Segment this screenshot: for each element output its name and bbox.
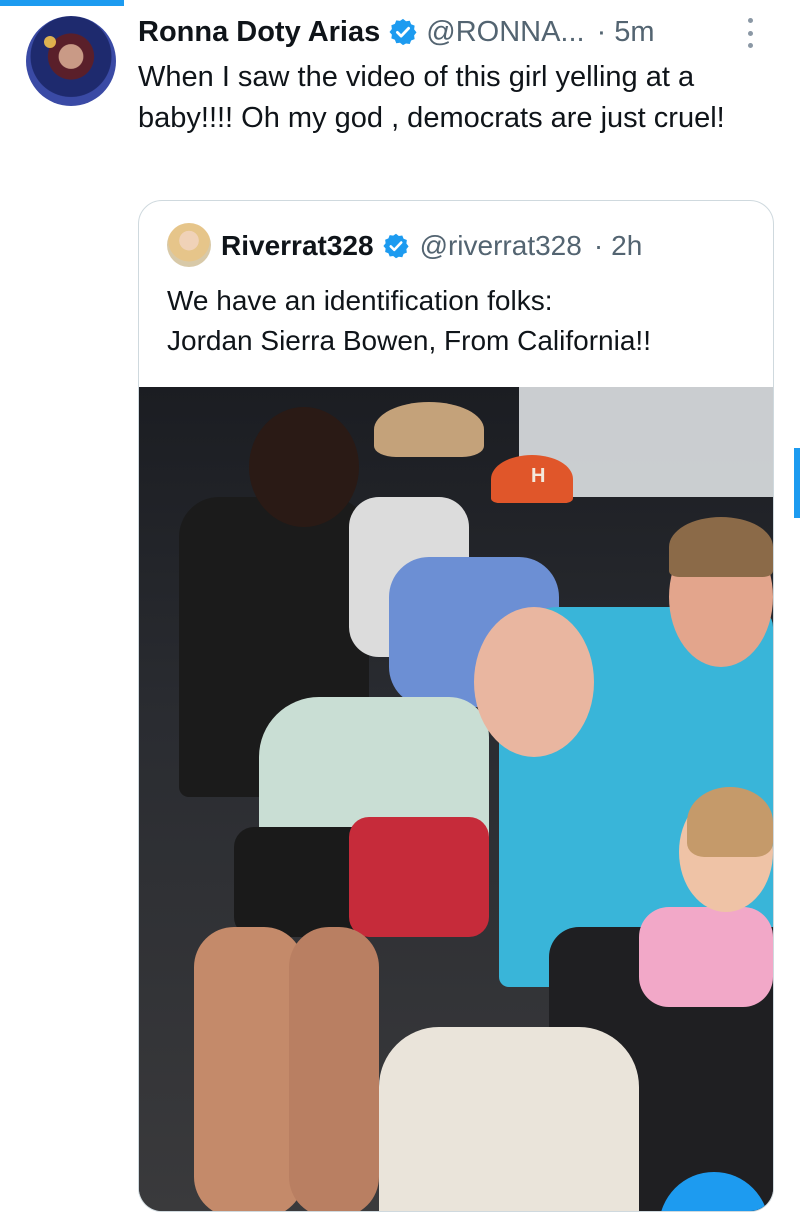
child-shirt xyxy=(639,907,773,1007)
leg xyxy=(194,927,304,1211)
quoted-tweet-card[interactable]: Riverrat328 @riverrat328 · 2h We have an… xyxy=(138,200,774,1212)
cap-logo: H xyxy=(531,465,546,487)
leg xyxy=(289,927,379,1211)
avatar[interactable] xyxy=(26,16,116,106)
red-bag xyxy=(349,817,489,937)
verified-badge-icon xyxy=(389,18,417,46)
quoted-tweet-header: Riverrat328 @riverrat328 · 2h xyxy=(221,226,642,266)
blanket xyxy=(379,1027,639,1211)
person-head xyxy=(474,607,594,757)
more-dot xyxy=(747,18,753,23)
cowboy-hat xyxy=(374,402,484,457)
quoted-author-name[interactable]: Riverrat328 xyxy=(221,230,374,262)
quoted-text-line: Jordan Sierra Bowen, From California!! xyxy=(167,325,651,356)
author-name[interactable]: Ronna Doty Arias xyxy=(138,16,380,49)
quoted-avatar[interactable] xyxy=(167,223,211,267)
author-handle[interactable]: @RONNA... xyxy=(426,16,584,49)
separator: · xyxy=(596,15,607,48)
quoted-timestamp[interactable]: 2h xyxy=(611,230,642,262)
person-head xyxy=(249,407,359,527)
tweet-header: Ronna Doty Arias @RONNA... · 5m xyxy=(138,12,655,52)
video-media[interactable]: H xyxy=(139,387,773,1211)
person-hair xyxy=(669,517,773,577)
more-vertical-icon[interactable] xyxy=(740,18,760,48)
more-dot xyxy=(747,43,753,48)
tweet-text: When I saw the video of this girl yellin… xyxy=(138,61,725,134)
more-dot xyxy=(747,30,753,36)
verified-badge-icon xyxy=(382,233,409,259)
separator: · xyxy=(593,230,604,261)
quoted-author-handle[interactable]: @riverrat328 xyxy=(420,230,582,262)
quoted-tweet-text: We have an identification folks: Jordan … xyxy=(167,281,757,361)
child-hair xyxy=(687,787,773,857)
timestamp[interactable]: 5m xyxy=(614,16,654,49)
tweet: Ronna Doty Arias @RONNA... · 5m When I s… xyxy=(0,0,800,1212)
quoted-text-line: We have an identification folks: xyxy=(167,285,553,316)
avatar-detail xyxy=(44,36,56,48)
